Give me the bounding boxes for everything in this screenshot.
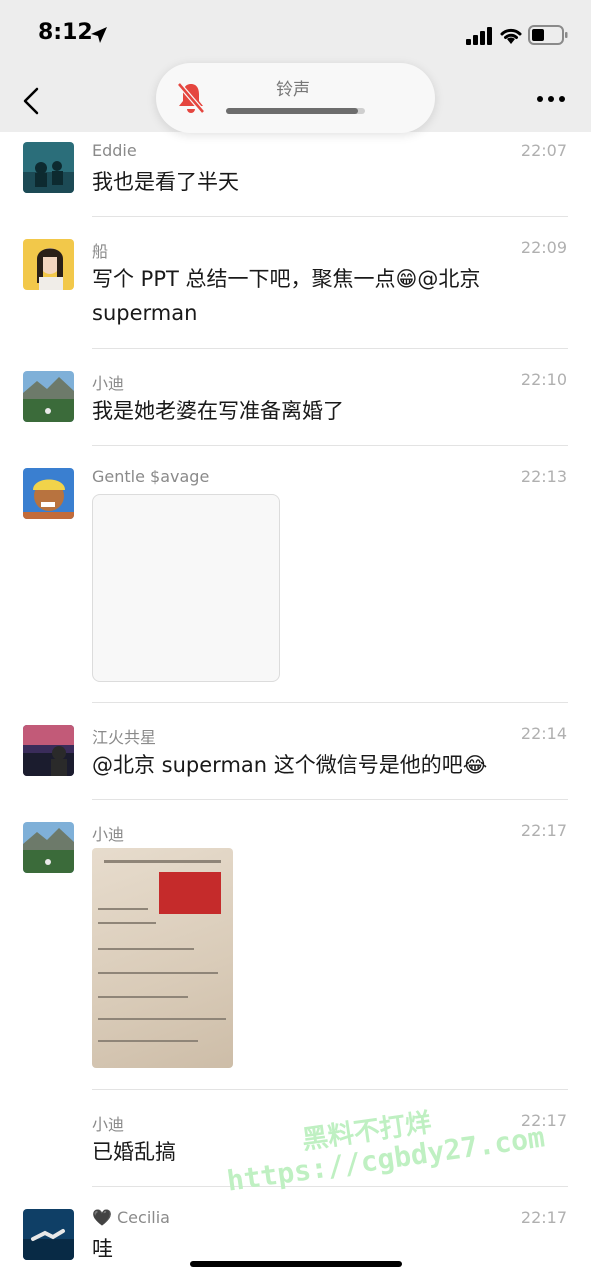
avatar[interactable]	[23, 1209, 74, 1260]
sender-name: 小迪	[92, 825, 125, 844]
divider	[92, 216, 568, 217]
message-time: 22:14	[520, 724, 567, 743]
back-chevron-icon[interactable]	[20, 86, 44, 116]
more-dots-icon[interactable]	[536, 94, 566, 104]
bell-muted-icon	[177, 82, 205, 114]
message-text: 写个 PPT 总结一下吧，聚焦一点😁@北京 superman	[92, 267, 481, 325]
image-message-placeholder[interactable]	[92, 494, 280, 682]
sender-name: 🖤 Cecilia	[92, 1208, 170, 1227]
message-text: 我也是看了半天	[92, 170, 239, 194]
status-time: 8:12	[38, 20, 93, 45]
certificate-photo-message[interactable]	[92, 848, 233, 1068]
divider	[92, 799, 568, 800]
message-time: 22:10	[520, 370, 567, 389]
status-bar: 8:12	[0, 0, 591, 70]
sender-name: 小迪	[92, 374, 125, 393]
avatar-image	[23, 1209, 74, 1260]
avatar[interactable]	[23, 371, 74, 422]
battery-icon	[528, 25, 568, 45]
avatar-image	[23, 142, 74, 193]
divider	[92, 445, 568, 446]
certificate-portrait	[159, 872, 221, 914]
avatar[interactable]	[23, 725, 74, 776]
message-time: 22:17	[520, 821, 567, 840]
chat-screen: 8:12 铃声 Eddie 22:07 我也是看了半天 船 22:09 写个 P…	[0, 0, 591, 1280]
sender-name: 江火共星	[92, 728, 157, 747]
divider	[92, 702, 568, 703]
sender-name: Eddie	[92, 141, 137, 160]
sender-name: 船	[92, 242, 109, 261]
ringer-volume-hud: 铃声	[156, 63, 435, 133]
avatar[interactable]	[23, 468, 74, 519]
avatar-image	[23, 468, 74, 519]
message-text: 我是她老婆在写准备离婚了	[92, 399, 344, 423]
avatar[interactable]	[23, 142, 74, 193]
avatar[interactable]	[23, 822, 74, 873]
message-text: 已婚乱搞	[92, 1140, 176, 1164]
avatar-image	[23, 371, 74, 422]
avatar-image	[23, 822, 74, 873]
ringer-volume-track	[226, 108, 365, 114]
cellular-signal-icon	[466, 27, 492, 45]
message-time: 22:17	[520, 1208, 567, 1227]
location-arrow-icon	[91, 27, 107, 43]
message-time: 22:09	[520, 238, 567, 257]
divider	[92, 1186, 568, 1187]
message-time: 22:17	[520, 1111, 567, 1130]
divider	[92, 1089, 568, 1090]
message-text: @北京 superman 这个微信号是他的吧😂	[92, 753, 488, 777]
avatar-image	[23, 239, 74, 290]
divider	[92, 348, 568, 349]
avatar[interactable]	[23, 239, 74, 290]
ringer-label: 铃声	[276, 80, 310, 100]
message-time: 22:13	[520, 467, 567, 486]
wifi-icon	[500, 28, 522, 44]
home-indicator[interactable]	[190, 1261, 402, 1267]
ringer-volume-fill	[226, 108, 359, 114]
message-time: 22:07	[520, 141, 567, 160]
avatar-image	[23, 725, 74, 776]
sender-name: 小迪	[92, 1115, 125, 1134]
sender-name: Gentle $avage	[92, 467, 210, 486]
